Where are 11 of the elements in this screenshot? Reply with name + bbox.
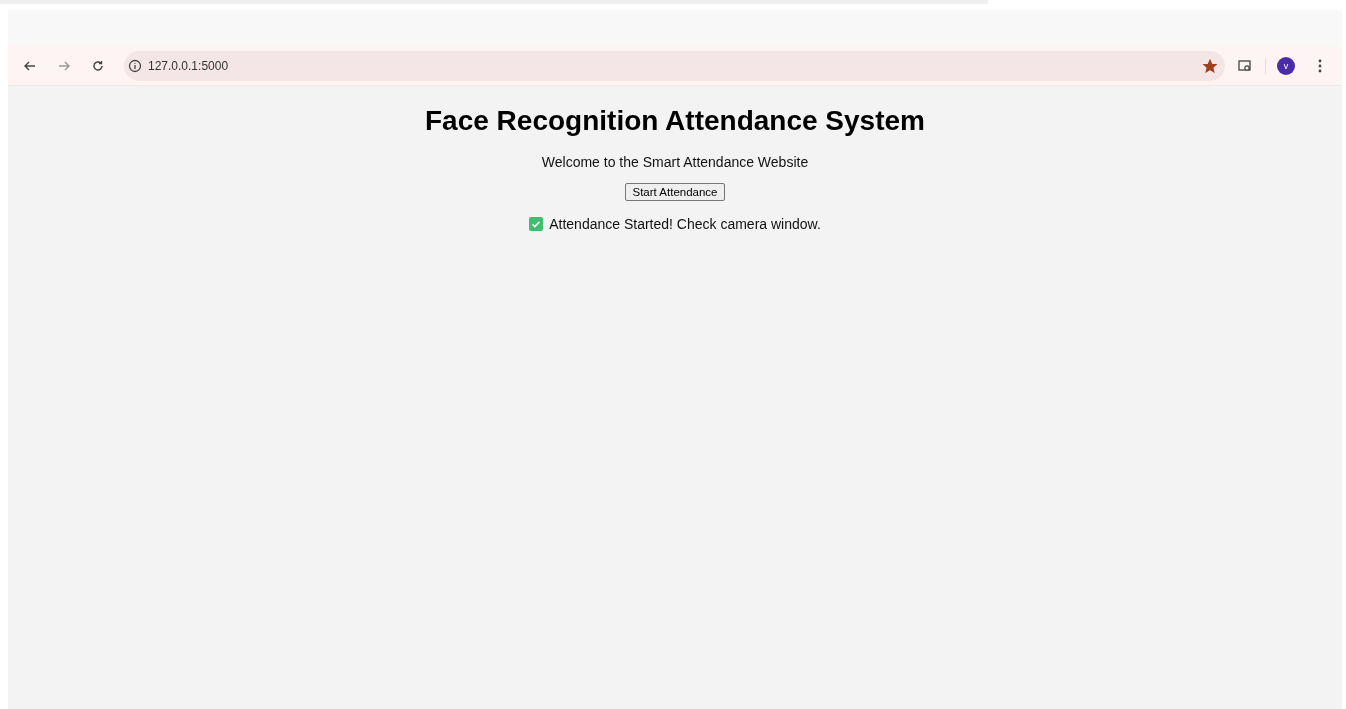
start-attendance-button[interactable]: Start Attendance <box>625 183 725 201</box>
star-icon[interactable] <box>1203 58 1217 73</box>
reload-icon <box>91 58 105 73</box>
page-title: Face Recognition Attendance System <box>425 105 925 137</box>
url-text: 127.0.0.1:5000 <box>148 58 230 73</box>
check-icon <box>529 217 544 231</box>
welcome-text: Welcome to the Smart Attendance Website <box>541 154 809 170</box>
status-message: Attendance Started! Check camera window. <box>549 216 821 232</box>
info-icon[interactable] <box>128 58 142 73</box>
profile-button[interactable]: v <box>1272 51 1300 80</box>
address-bar[interactable]: 127.0.0.1:5000 <box>124 50 1225 81</box>
